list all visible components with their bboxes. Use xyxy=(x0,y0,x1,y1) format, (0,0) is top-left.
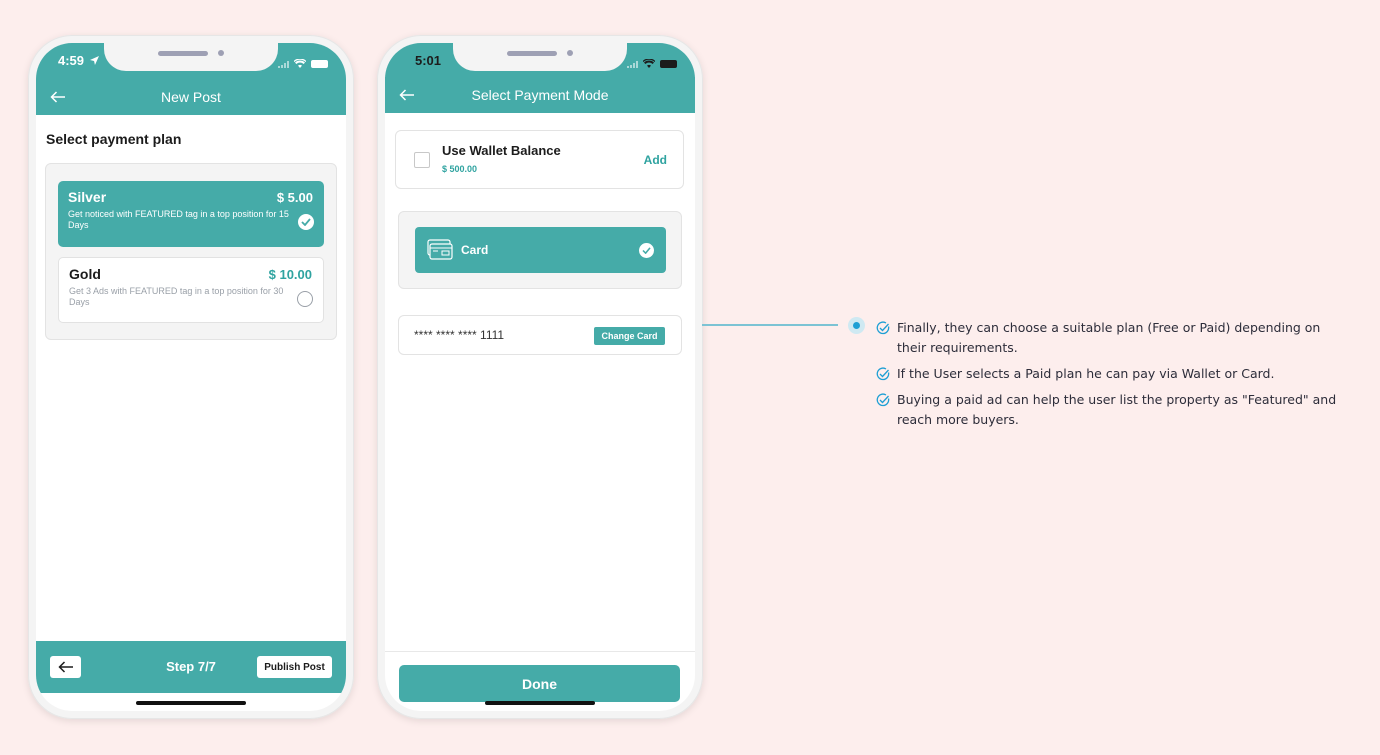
bottom-bar: Step 7/7 Publish Post xyxy=(36,641,346,693)
note-text: Buying a paid ad can help the user list … xyxy=(897,392,1337,427)
masked-card-number: **** **** **** 1111 xyxy=(414,328,505,342)
plans-container: Silver $ 5.00 Get noticed with FEATURED … xyxy=(45,163,337,340)
speaker xyxy=(507,51,557,56)
section-title: Select payment plan xyxy=(46,131,182,147)
camera xyxy=(567,50,573,56)
check-circle-icon xyxy=(876,321,890,335)
signal-icon xyxy=(278,60,289,68)
wifi-icon xyxy=(293,55,307,73)
home-indicator xyxy=(485,701,595,705)
page-title: New Post xyxy=(161,89,221,105)
card-payment-option[interactable]: Card xyxy=(415,227,666,273)
notch xyxy=(453,43,627,71)
battery-icon xyxy=(660,60,677,68)
bullet-dot-inner xyxy=(853,322,860,329)
footer-divider xyxy=(385,651,695,652)
bullet-dot xyxy=(848,317,865,334)
note-text: If the User selects a Paid plan he can p… xyxy=(897,366,1275,381)
done-button[interactable]: Done xyxy=(399,665,680,702)
note-text: Finally, they can choose a suitable plan… xyxy=(897,320,1321,355)
change-card-button[interactable]: Change Card xyxy=(594,327,665,345)
camera xyxy=(218,50,224,56)
wallet-amount: $ 500.00 xyxy=(442,164,478,174)
wallet-balance-option[interactable]: Use Wallet Balance $ 500.00 Add xyxy=(395,130,684,189)
status-time-text: 4:59 xyxy=(58,53,85,68)
app-bar: Select Payment Mode xyxy=(385,77,695,113)
note-item: If the User selects a Paid plan he can p… xyxy=(876,364,1346,384)
connector-line xyxy=(702,324,838,326)
plan-description: Get noticed with FEATURED tag in a top p… xyxy=(68,209,289,230)
status-bar: 5:01 xyxy=(385,43,695,79)
wifi-icon xyxy=(642,55,656,73)
add-funds-link[interactable]: Add xyxy=(644,153,667,167)
note-item: Buying a paid ad can help the user list … xyxy=(876,390,1346,430)
notch xyxy=(104,43,278,71)
plan-price: $ 10.00 xyxy=(268,267,312,282)
location-arrow-icon xyxy=(89,56,99,65)
speaker xyxy=(158,51,208,56)
plan-description: Get 3 Ads with FEATURED tag in a top pos… xyxy=(69,286,284,307)
radio-checked-icon[interactable] xyxy=(639,243,654,258)
battery-icon xyxy=(311,60,328,68)
phone-select-payment-mode: 5:01 Select Payment Mode Use Wallet Bala… xyxy=(377,35,703,719)
status-time: 5:01 xyxy=(415,53,441,68)
screen: 5:01 Select Payment Mode Use Wallet Bala… xyxy=(385,43,695,711)
signal-icon xyxy=(627,60,638,68)
saved-card-row: **** **** **** 1111 Change Card xyxy=(398,315,682,355)
status-icons xyxy=(627,55,677,73)
publish-post-button[interactable]: Publish Post xyxy=(257,656,332,678)
status-time-text: 5:01 xyxy=(415,53,442,68)
plan-price: $ 5.00 xyxy=(276,190,313,205)
status-bar: 4:59 xyxy=(36,43,346,79)
page-title: Select Payment Mode xyxy=(471,87,609,103)
screen: 4:59 New Post Select payment plan Silver… xyxy=(36,43,346,711)
wallet-label: Use Wallet Balance xyxy=(442,143,561,158)
status-icons xyxy=(278,55,328,73)
plan-option-silver[interactable]: Silver $ 5.00 Get noticed with FEATURED … xyxy=(58,181,324,247)
check-circle-icon xyxy=(876,367,890,381)
radio-unchecked-icon[interactable] xyxy=(297,291,313,307)
card-option-container: Card xyxy=(398,211,682,289)
card-option-label: Card xyxy=(461,243,489,257)
credit-card-icon xyxy=(427,239,453,260)
phone-new-post: 4:59 New Post Select payment plan Silver… xyxy=(28,35,354,719)
home-indicator xyxy=(136,701,246,705)
note-item: Finally, they can choose a suitable plan… xyxy=(876,318,1346,358)
radio-checked-icon[interactable] xyxy=(298,214,314,230)
check-circle-icon xyxy=(876,393,890,407)
plan-option-gold[interactable]: Gold $ 10.00 Get 3 Ads with FEATURED tag… xyxy=(58,257,324,323)
wallet-checkbox[interactable] xyxy=(414,152,430,168)
app-bar: New Post xyxy=(36,79,346,115)
annotation-notes: Finally, they can choose a suitable plan… xyxy=(876,318,1346,436)
status-time: 4:59 xyxy=(58,53,99,68)
